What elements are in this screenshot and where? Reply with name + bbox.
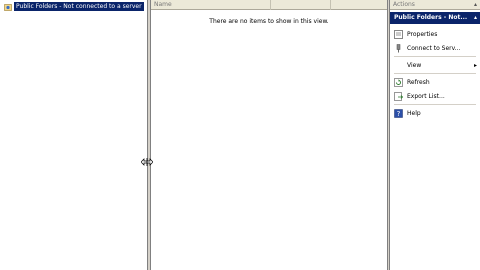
action-separator (394, 104, 476, 105)
connect-icon (394, 43, 403, 53)
properties-icon (394, 29, 403, 39)
export-icon (394, 91, 404, 101)
action-label: Help (407, 109, 421, 117)
refresh-icon (394, 77, 403, 87)
results-list-pane: Name There are no items to show in this … (150, 0, 388, 270)
action-label: Connect to Serv... (407, 44, 461, 52)
actions-section-header[interactable]: Public Folders - Not... ▴ (390, 12, 480, 24)
action-help[interactable]: ? Help (390, 106, 480, 120)
action-label: Refresh (407, 78, 430, 86)
action-view[interactable]: View ▸ (390, 58, 480, 72)
column-header-2[interactable] (271, 0, 331, 10)
column-header-3[interactable] (331, 0, 387, 10)
section-caret-icon[interactable]: ▴ (474, 12, 477, 24)
actions-list: Properties Connect to Serv... View ▸ Ref… (390, 27, 480, 120)
actions-pane-header: Actions ▴ (390, 0, 480, 10)
collapse-arrow-icon[interactable]: ▴ (474, 0, 477, 9)
action-export-list[interactable]: Export List... (390, 89, 480, 103)
action-separator (394, 73, 476, 74)
empty-list-message: There are no items to show in this view. (209, 18, 329, 25)
resize-cursor-icon (140, 158, 154, 166)
action-label: View (407, 61, 422, 69)
svg-text:?: ? (397, 110, 401, 118)
submenu-arrow-icon: ▸ (473, 61, 477, 69)
help-icon: ? (394, 108, 403, 118)
action-label: Properties (407, 30, 438, 38)
blank-icon (394, 61, 403, 70)
list-header: Name (151, 0, 387, 10)
actions-pane-title: Actions (393, 1, 415, 8)
actions-section-title: Public Folders - Not... (394, 14, 468, 21)
action-separator (394, 56, 476, 57)
action-properties[interactable]: Properties (390, 27, 480, 41)
action-refresh[interactable]: Refresh (390, 75, 480, 89)
tree-node-public-folders[interactable]: Public Folders - Not connected to a serv… (4, 2, 144, 11)
tree-pane: Public Folders - Not connected to a serv… (0, 0, 148, 270)
public-folder-icon (4, 3, 12, 11)
tree-node-label: Public Folders - Not connected to a serv… (14, 2, 144, 11)
column-header-name[interactable]: Name (151, 0, 271, 10)
action-connect-to-server[interactable]: Connect to Serv... (390, 41, 480, 55)
action-label: Export List... (407, 92, 445, 100)
actions-pane: Actions ▴ Public Folders - Not... ▴ Prop… (389, 0, 480, 270)
